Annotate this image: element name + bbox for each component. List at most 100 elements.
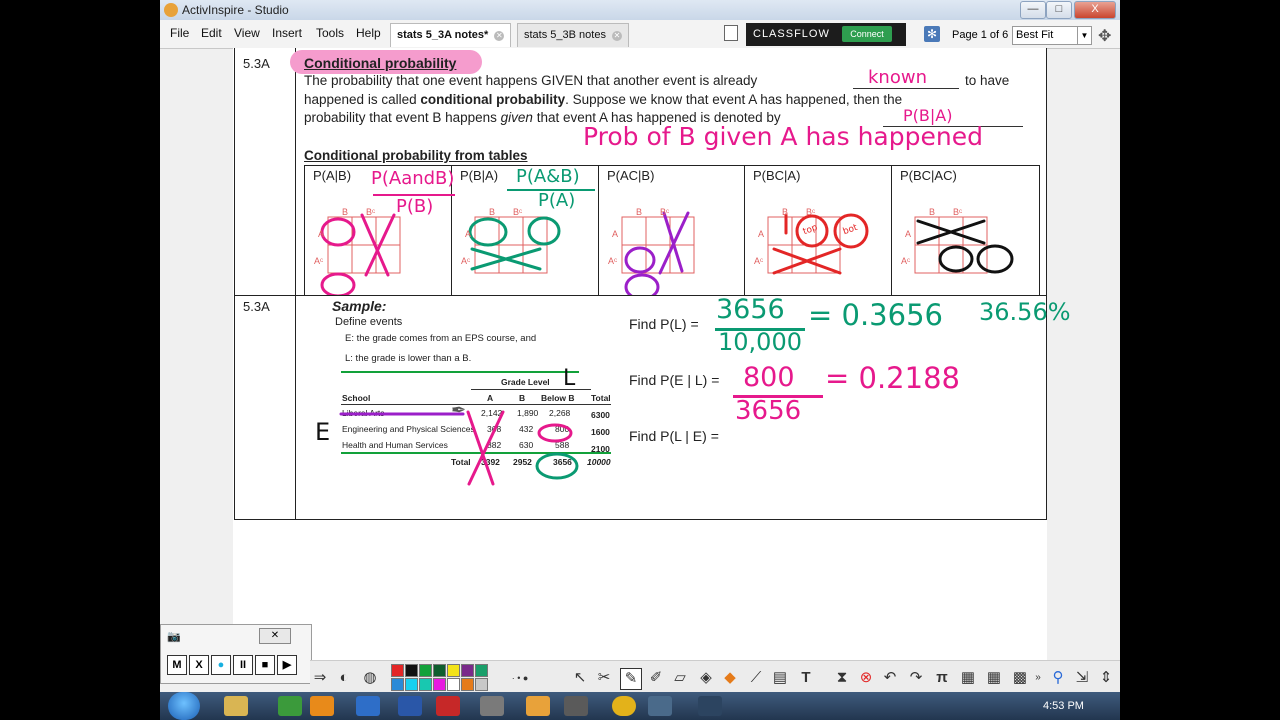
menu-tools[interactable]: Tools: [316, 26, 344, 40]
connector-icon[interactable]: ⟋: [746, 668, 766, 688]
col-label-b: B: [636, 207, 642, 217]
color-swatch-teal[interactable]: [475, 664, 488, 677]
color-swatch-gray[interactable]: [475, 678, 488, 691]
connect-button[interactable]: Connect: [842, 26, 892, 42]
activinspire-icon[interactable]: [526, 696, 550, 716]
tab-stats-5-3b[interactable]: stats 5_3B notes ✕: [517, 23, 629, 47]
app-icon[interactable]: [698, 696, 722, 716]
pi-icon[interactable]: π: [932, 668, 952, 688]
word-icon[interactable]: [398, 696, 422, 716]
ink-pel-numerator: 800: [743, 362, 795, 393]
settings-gear-icon[interactable]: ✻: [924, 26, 940, 42]
color-swatch-yellow[interactable]: [447, 664, 460, 677]
minimize-button[interactable]: —: [1020, 1, 1046, 19]
menu-file[interactable]: File: [170, 26, 189, 40]
menu-help[interactable]: Help: [356, 26, 381, 40]
ink-circle: [320, 272, 356, 295]
browser-icon[interactable]: ◍: [360, 668, 380, 688]
undo-icon[interactable]: ↶: [880, 668, 900, 688]
col-label-b: B: [782, 207, 788, 217]
acrobat-icon[interactable]: [436, 696, 460, 716]
zoom-fit-select[interactable]: Best Fit ▼: [1012, 26, 1092, 45]
color-swatch-red[interactable]: [391, 664, 404, 677]
definition-line-1-end: to have: [965, 73, 1010, 88]
color-swatch-aqua[interactable]: [419, 678, 432, 691]
ie-icon[interactable]: [356, 696, 380, 716]
pen-width-icon[interactable]: · • ●: [510, 668, 530, 688]
pen-icon[interactable]: ✎: [620, 668, 642, 690]
ink-formula1-denominator: P(B): [396, 196, 434, 217]
menu-edit[interactable]: Edit: [201, 26, 222, 40]
arrow-nav-icon[interactable]: ⇒: [310, 668, 330, 688]
text-tool-icon[interactable]: T: [796, 668, 816, 688]
chrome-icon[interactable]: [480, 696, 504, 716]
clear-icon[interactable]: ⊗: [856, 668, 876, 688]
tools-icon[interactable]: ✂: [594, 668, 614, 688]
ink-circle: [320, 217, 356, 247]
color-swatch-magenta[interactable]: [433, 678, 446, 691]
snipping-icon[interactable]: [648, 696, 672, 716]
app-icon[interactable]: [612, 696, 636, 716]
explorer-icon[interactable]: [224, 696, 248, 716]
start-button[interactable]: [168, 692, 200, 720]
menu-view[interactable]: View: [234, 26, 260, 40]
select-pointer-icon[interactable]: ↖: [570, 668, 590, 688]
media-icon[interactable]: [310, 696, 334, 716]
tab-stats-5-3a[interactable]: stats 5_3A notes* ✕: [390, 23, 512, 47]
redo-icon[interactable]: ↷: [906, 668, 926, 688]
pin-icon[interactable]: ⚲: [1048, 668, 1068, 688]
text-run: happened is called: [304, 92, 417, 107]
title-bar: ActivInspire - Studio — □ X: [160, 0, 1120, 20]
pause-button[interactable]: II: [233, 655, 253, 675]
more-chevron-icon[interactable]: »: [1028, 668, 1048, 688]
color-swatch-dark-green[interactable]: [433, 664, 446, 677]
col-label-bc: Bᶜ: [953, 207, 962, 217]
col-label-bc: Bᶜ: [366, 207, 375, 217]
ink-prob-note: Prob of B given A has happened: [583, 122, 983, 151]
maximize-button[interactable]: □: [1046, 1, 1072, 19]
play-button[interactable]: ▶: [277, 655, 297, 675]
expand-icon[interactable]: ⇲: [1072, 668, 1092, 688]
camera-tool-icon[interactable]: ▦: [958, 668, 978, 688]
menu-insert[interactable]: Insert: [272, 26, 302, 40]
dice-icon[interactable]: ▩: [1010, 668, 1030, 688]
term-bold: conditional probability: [420, 92, 566, 107]
close-button[interactable]: X: [1074, 1, 1116, 19]
col-label-bc: Bᶜ: [660, 207, 669, 217]
row-label-ac: Aᶜ: [608, 256, 617, 266]
tab-label: stats 5_3B notes: [524, 29, 606, 41]
messenger-icon[interactable]: [564, 696, 588, 716]
timer-icon[interactable]: ⧗: [832, 668, 852, 688]
excel-icon[interactable]: [278, 696, 302, 716]
color-swatch-blue[interactable]: [391, 678, 404, 691]
stop-button[interactable]: ■: [255, 655, 275, 675]
highlight-shape-icon[interactable]: ▤: [770, 668, 790, 688]
color-swatch-green[interactable]: [419, 664, 432, 677]
fill-icon[interactable]: ◈: [696, 668, 716, 688]
window-title: ActivInspire - Studio: [182, 3, 289, 17]
close-tab-icon[interactable]: ✕: [494, 31, 505, 41]
color-swatch-orange[interactable]: [461, 678, 474, 691]
sample-label: Sample:: [332, 298, 387, 314]
flipchart-canvas[interactable]: 5.3A Conditional probability The probabi…: [233, 48, 1071, 668]
eraser-icon[interactable]: ▱: [670, 668, 690, 688]
highlighter-icon[interactable]: ✐: [646, 668, 666, 688]
close-palette-button[interactable]: ✕: [259, 628, 291, 644]
color-swatch-white[interactable]: [447, 678, 460, 691]
close-tab-icon[interactable]: ✕: [611, 31, 622, 41]
ink-pl-result: = 0.3656: [808, 298, 943, 332]
circle-nav-icon[interactable]: ◐: [334, 668, 354, 688]
table-left-border: [234, 48, 235, 520]
color-swatch-black[interactable]: [405, 664, 418, 677]
record-button[interactable]: ●: [211, 655, 231, 675]
scroll-icon[interactable]: ⇕: [1096, 668, 1116, 688]
color-swatch-purple[interactable]: [461, 664, 474, 677]
shape-icon[interactable]: ◆: [720, 668, 740, 688]
camera-icon[interactable]: 📷: [167, 630, 181, 643]
color-swatch-cyan[interactable]: [405, 678, 418, 691]
move-arrows-icon[interactable]: ✥: [1098, 26, 1111, 46]
mute-button[interactable]: M: [167, 655, 187, 675]
document-icon[interactable]: [724, 25, 738, 41]
resources-icon[interactable]: ▦: [984, 668, 1004, 688]
cancel-button[interactable]: X: [189, 655, 209, 675]
